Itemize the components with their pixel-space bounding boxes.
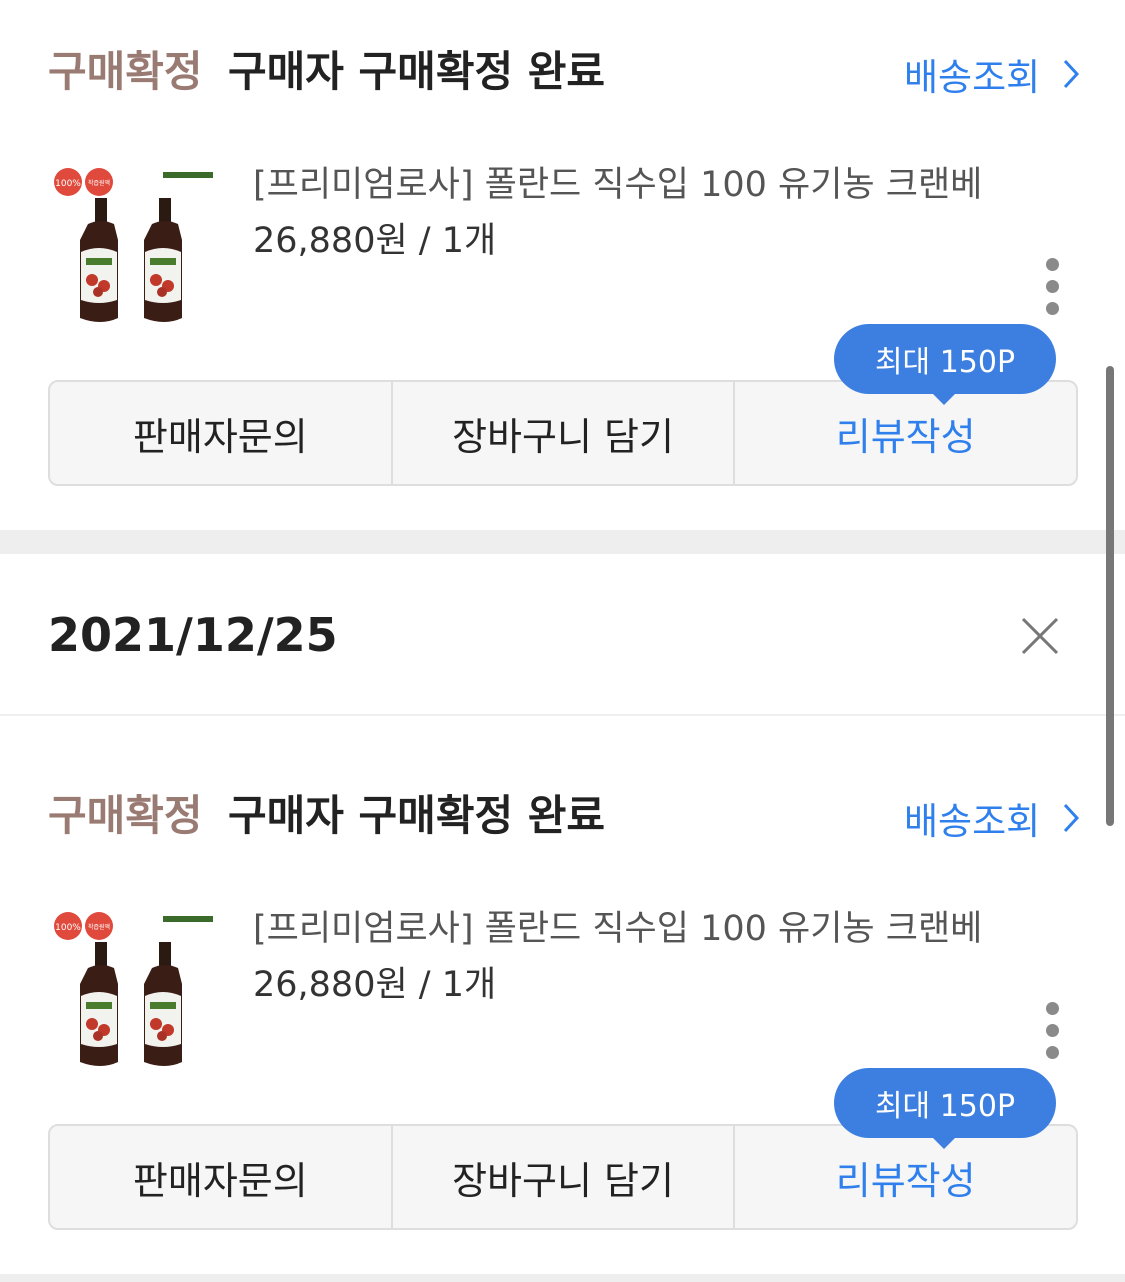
seller-inquiry-button[interactable]: 판매자문의 xyxy=(50,1126,391,1228)
product-name[interactable]: [프리미엄로사] 폴란드 직수입 100 유기농 크랜베 xyxy=(253,162,982,208)
svg-text:100%: 100% xyxy=(55,179,81,189)
order-date-header: 2021/12/25 xyxy=(0,554,1125,716)
add-to-cart-button[interactable]: 장바구니 담기 xyxy=(390,1126,734,1228)
order-date: 2021/12/25 xyxy=(48,608,338,662)
product-price: 26,880원 / 1개 xyxy=(253,221,497,261)
write-review-button[interactable]: 리뷰작성 xyxy=(733,382,1076,484)
review-points-badge: 최대 150P xyxy=(834,1068,1056,1149)
svg-text:착즙원액: 착즙원액 xyxy=(88,923,110,931)
svg-text:착즙원액: 착즙원액 xyxy=(88,179,110,187)
section-divider xyxy=(0,1274,1125,1282)
chevron-right-icon xyxy=(1064,803,1080,833)
add-to-cart-button[interactable]: 장바구니 담기 xyxy=(390,382,734,484)
product-row[interactable]: 100% 착즙원액 [프리미엄로사] 폴란드 직수입 100 유기농 크랜베 2… xyxy=(0,894,1125,1074)
section-divider xyxy=(0,530,1125,554)
product-image[interactable]: 100% 착즙원액 xyxy=(48,160,218,330)
close-icon[interactable] xyxy=(1020,616,1060,656)
order-status-row: 구매확정 구매자 구매확정 완료 배송조회 xyxy=(0,0,1125,110)
order-action-buttons: 판매자문의 장바구니 담기 리뷰작성 xyxy=(48,1124,1078,1230)
product-name[interactable]: [프리미엄로사] 폴란드 직수입 100 유기농 크랜베 xyxy=(253,906,982,952)
track-delivery-link[interactable]: 배송조회 xyxy=(904,46,1080,102)
seller-inquiry-button[interactable]: 판매자문의 xyxy=(50,382,391,484)
svg-text:100%: 100% xyxy=(55,923,81,933)
track-delivery-label: 배송조회 xyxy=(904,56,1041,99)
order-status-row: 구매확정 구매자 구매확정 완료 배송조회 xyxy=(0,744,1125,854)
status-label: 구매확정 xyxy=(48,791,203,840)
status-label: 구매확정 xyxy=(48,47,203,96)
order-card: 구매확정 구매자 구매확정 완료 배송조회 100% 착즙원액 [프리미엄로사]… xyxy=(0,744,1125,1274)
track-delivery-label: 배송조회 xyxy=(904,800,1041,843)
status-description: 구매자 구매확정 완료 xyxy=(228,47,606,96)
status-description: 구매자 구매확정 완료 xyxy=(228,791,606,840)
order-card: 구매확정 구매자 구매확정 완료 배송조회 100% 착즙원액 [프리미엄로사]… xyxy=(0,0,1125,530)
product-image[interactable]: 100% 착즙원액 xyxy=(48,904,218,1074)
review-points-badge: 최대 150P xyxy=(834,324,1056,405)
more-vertical-icon[interactable] xyxy=(1040,258,1066,316)
scrollbar[interactable] xyxy=(1106,366,1114,826)
track-delivery-link[interactable]: 배송조회 xyxy=(904,790,1080,846)
more-vertical-icon[interactable] xyxy=(1040,1002,1066,1060)
product-price: 26,880원 / 1개 xyxy=(253,965,497,1005)
product-row[interactable]: 100% 착즙원액 [프리미엄로사] 폴란드 직수입 100 유기농 크랜베 2… xyxy=(0,150,1125,330)
write-review-button[interactable]: 리뷰작성 xyxy=(733,1126,1076,1228)
chevron-right-icon xyxy=(1064,59,1080,89)
order-action-buttons: 판매자문의 장바구니 담기 리뷰작성 xyxy=(48,380,1078,486)
